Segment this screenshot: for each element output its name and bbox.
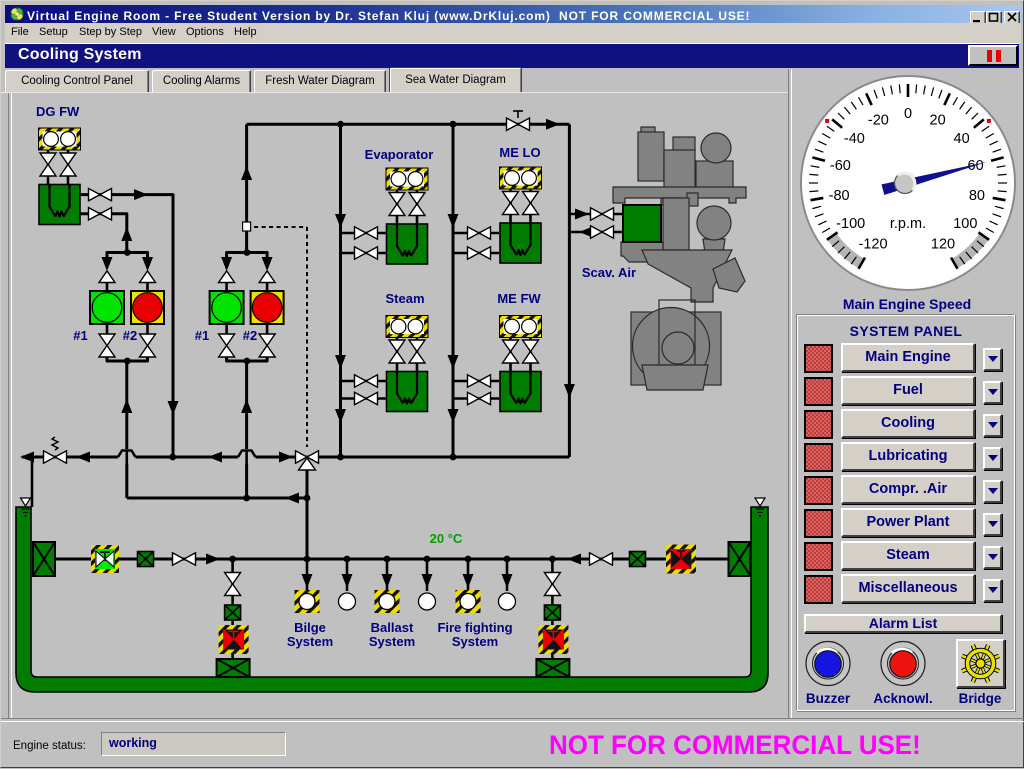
svg-text:-40: -40: [843, 131, 864, 147]
svg-text:80: 80: [968, 188, 984, 204]
svg-text:40: 40: [953, 131, 969, 147]
svg-text:System: System: [369, 634, 415, 649]
svg-text:Evaporator: Evaporator: [365, 147, 434, 162]
svg-text:#1: #1: [195, 328, 209, 343]
svg-text:-80: -80: [828, 188, 849, 204]
svg-text:Ballast: Ballast: [371, 620, 414, 635]
svg-text:Fire fighting: Fire fighting: [437, 620, 512, 635]
svg-text:DG FW: DG FW: [36, 104, 80, 119]
svg-text:-20: -20: [867, 113, 888, 129]
svg-text:0: 0: [903, 106, 911, 122]
svg-text:-120: -120: [858, 237, 887, 253]
svg-text:-100: -100: [836, 216, 865, 232]
svg-text:20 °C: 20 °C: [430, 531, 463, 546]
svg-text:Scav. Air: Scav. Air: [582, 265, 636, 280]
svg-text:Bilge: Bilge: [294, 620, 326, 635]
svg-text:-60: -60: [829, 158, 850, 174]
svg-text:System: System: [287, 634, 333, 649]
svg-text:#1: #1: [73, 328, 87, 343]
svg-text:ME FW: ME FW: [497, 291, 541, 306]
svg-text:120: 120: [930, 237, 954, 253]
svg-text:20: 20: [929, 113, 945, 129]
svg-text:#2: #2: [123, 328, 137, 343]
svg-text:Steam: Steam: [385, 291, 424, 306]
svg-text:100: 100: [953, 216, 977, 232]
svg-text:#2: #2: [243, 328, 257, 343]
svg-text:System: System: [452, 634, 498, 649]
svg-text:r.p.m.: r.p.m.: [889, 216, 925, 232]
svg-text:ME LO: ME LO: [499, 145, 540, 160]
